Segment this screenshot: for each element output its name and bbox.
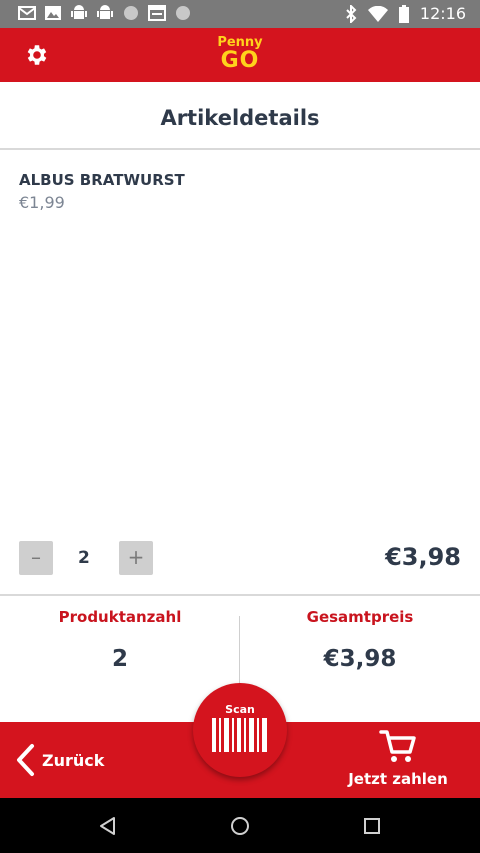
gear-icon[interactable] [24,42,50,68]
total-price-summary: Gesamtpreis €3,98 [240,608,480,672]
quantity-increase-button[interactable]: + [119,541,153,575]
total-price-label: Gesamtpreis [306,608,414,626]
chevron-left-icon [17,744,34,776]
back-button[interactable]: Zurück [14,742,104,778]
wifi-icon [367,5,388,22]
product-count-value: 2 [111,646,128,672]
notification-icons [18,5,192,21]
nav-back-icon[interactable] [96,814,120,838]
system-status: 12:16 [344,4,466,23]
nav-home-icon[interactable] [228,814,252,838]
bluetooth-icon [346,4,357,23]
nav-recents-icon[interactable] [360,814,384,838]
cart-icon [379,730,416,762]
product-unit-price: €1,99 [19,193,65,212]
penny-go-logo: Penny GO [216,36,264,76]
scan-label: Scan [225,703,255,716]
product-count-summary: Produktanzahl 2 [0,608,240,672]
back-label: Zurück [42,750,105,770]
battery-icon [398,4,409,23]
status-bar: 12:16 [0,0,480,28]
android-icon [97,5,113,19]
gmail-icon [18,6,36,20]
image-icon [45,6,61,20]
calendar-icon [148,5,166,21]
total-price-value: €3,98 [323,646,397,672]
quantity-value: 2 [78,548,90,568]
system-navigation-bar [0,798,480,853]
title-bar: Artikeldetails [0,82,480,150]
circle-icon [176,6,190,20]
scan-button[interactable]: Scan [193,683,287,777]
page-title: Artikeldetails [160,106,320,130]
barcode-icon [212,718,267,752]
product-count-label: Produktanzahl [58,608,182,626]
quantity-decrease-button[interactable]: – [19,541,53,575]
line-total-price: €3,98 [385,543,461,571]
app-bar: Penny GO [0,28,480,82]
pay-now-button[interactable]: Jetzt zahlen [348,728,448,788]
android-icon [71,5,87,19]
logo-bottom-text: GO [220,48,260,73]
pay-now-label: Jetzt zahlen [348,770,448,788]
clock: 12:16 [419,4,466,23]
divider [0,594,480,596]
product-name: ALBUS BRATWURST [19,171,185,189]
circle-icon [124,6,138,20]
